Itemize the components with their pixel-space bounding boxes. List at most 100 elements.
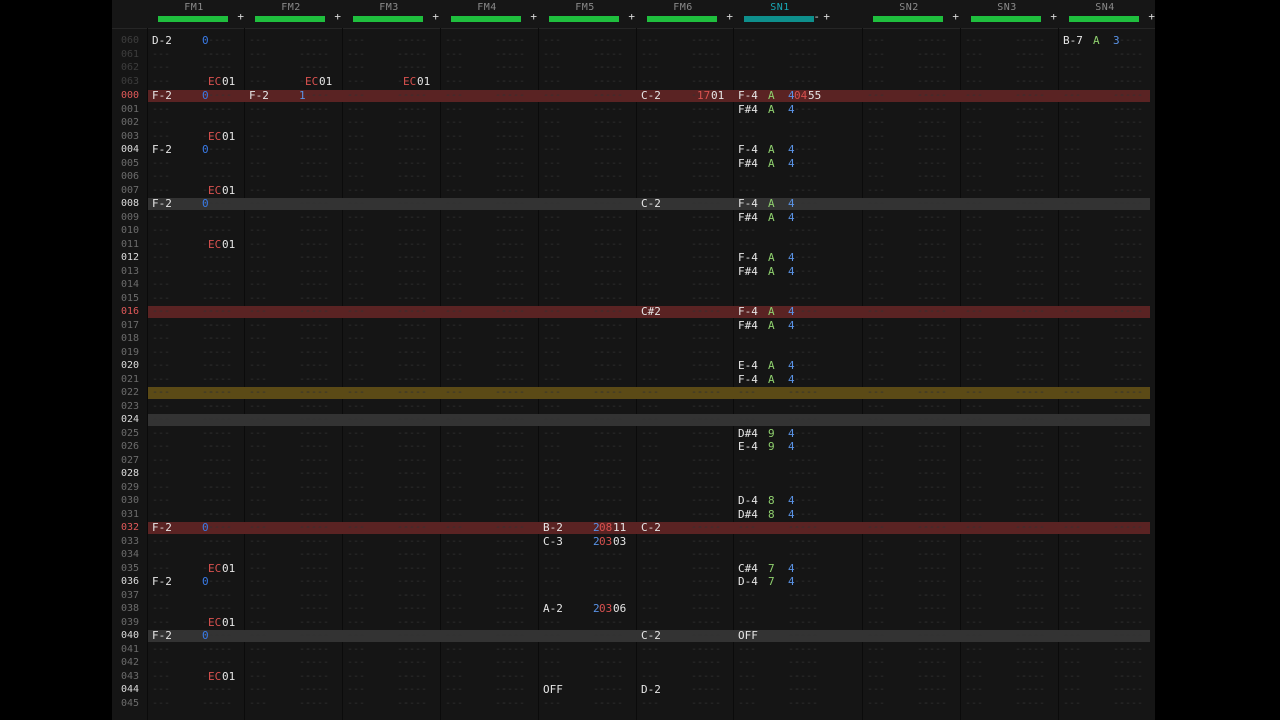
empty-note[interactable]: --- (445, 440, 463, 453)
empty-effect[interactable]: ---- (208, 400, 232, 413)
empty-note[interactable]: --- (965, 305, 983, 318)
empty-note[interactable]: --- (445, 184, 463, 197)
empty-note[interactable]: --- (249, 103, 267, 116)
empty-effect[interactable]: ---- (208, 535, 232, 548)
empty-note[interactable]: --- (641, 251, 659, 264)
channel-header-sn4[interactable]: SN4 + (1069, 0, 1155, 28)
note-cell[interactable]: C-3 (543, 535, 563, 548)
empty-effect[interactable]: ---- (501, 656, 525, 669)
empty-note[interactable]: --- (641, 400, 659, 413)
row-number[interactable]: 026 (112, 440, 148, 453)
empty-note[interactable]: --- (152, 305, 170, 318)
effect-value-cell[interactable]: 01 (222, 184, 235, 197)
empty-note[interactable]: --- (965, 521, 983, 534)
empty-effect[interactable]: ---- (403, 103, 427, 116)
add-effect-column-button[interactable]: + (628, 10, 635, 23)
effect-value-cell[interactable]: 01 (222, 238, 235, 251)
empty-note[interactable]: --- (1063, 454, 1081, 467)
row-number[interactable]: 040 (112, 629, 148, 642)
empty-effect[interactable]: ---- (1021, 386, 1045, 399)
empty-note[interactable]: --- (347, 292, 365, 305)
empty-note[interactable]: --- (249, 48, 267, 61)
empty-note[interactable]: --- (867, 61, 885, 74)
empty-effect[interactable]: ---- (794, 373, 818, 386)
empty-effect[interactable]: ---- (208, 481, 232, 494)
row-number[interactable]: 042 (112, 656, 148, 669)
empty-note[interactable]: --- (543, 467, 561, 480)
effect-cell[interactable]: EC (208, 75, 221, 88)
empty-note[interactable]: --- (965, 184, 983, 197)
empty-note[interactable]: --- (249, 130, 267, 143)
empty-note[interactable]: --- (738, 238, 756, 251)
empty-note[interactable]: --- (543, 629, 561, 642)
empty-note[interactable]: --- (1063, 508, 1081, 521)
empty-note[interactable]: --- (347, 643, 365, 656)
empty-note[interactable]: --- (1063, 656, 1081, 669)
row-number[interactable]: 039 (112, 616, 148, 629)
empty-effect[interactable]: ---- (599, 278, 623, 291)
empty-effect[interactable]: ---- (501, 170, 525, 183)
empty-effect[interactable]: ---- (794, 521, 818, 534)
empty-effect[interactable]: ---- (305, 170, 329, 183)
empty-note[interactable]: --- (738, 602, 756, 615)
empty-effect[interactable]: ---- (794, 386, 818, 399)
empty-effect[interactable]: ---- (208, 548, 232, 561)
empty-note[interactable]: --- (543, 373, 561, 386)
empty-note[interactable]: --- (867, 157, 885, 170)
empty-note[interactable]: --- (1063, 535, 1081, 548)
empty-note[interactable]: --- (641, 319, 659, 332)
empty-effect[interactable]: ---- (1021, 197, 1045, 210)
empty-note[interactable]: --- (738, 224, 756, 237)
empty-effect[interactable]: ---- (697, 319, 721, 332)
empty-effect[interactable]: ---- (599, 508, 623, 521)
effect-value-cell[interactable]: 01 (222, 670, 235, 683)
empty-effect[interactable]: ---- (208, 521, 232, 534)
empty-note[interactable]: --- (249, 656, 267, 669)
empty-note[interactable]: --- (445, 454, 463, 467)
empty-effect[interactable]: ---- (1119, 292, 1143, 305)
empty-note[interactable]: --- (445, 157, 463, 170)
empty-note[interactable]: --- (867, 346, 885, 359)
empty-effect[interactable]: ---- (599, 467, 623, 480)
empty-effect[interactable]: ---- (923, 413, 947, 426)
empty-effect[interactable]: ---- (305, 616, 329, 629)
remove-effect-column-button[interactable]: - (813, 10, 820, 23)
empty-note[interactable]: --- (867, 251, 885, 264)
row-number[interactable]: 014 (112, 278, 148, 291)
add-effect-column-button[interactable]: + (530, 10, 537, 23)
empty-effect[interactable]: ---- (403, 359, 427, 372)
channel-header-sn1[interactable]: SN1 + - (744, 0, 832, 28)
empty-note[interactable]: --- (445, 575, 463, 588)
empty-note[interactable]: --- (249, 494, 267, 507)
empty-note[interactable]: --- (445, 413, 463, 426)
empty-effect[interactable]: ---- (1021, 130, 1045, 143)
empty-note[interactable]: --- (867, 602, 885, 615)
empty-effect[interactable]: ---- (305, 481, 329, 494)
empty-note[interactable]: --- (641, 332, 659, 345)
empty-note[interactable]: --- (543, 562, 561, 575)
channel-volume-bar[interactable] (353, 16, 423, 22)
empty-note[interactable]: --- (152, 616, 170, 629)
empty-note[interactable]: --- (152, 332, 170, 345)
empty-effect[interactable]: ---- (1119, 562, 1143, 575)
empty-effect[interactable]: ---- (305, 211, 329, 224)
empty-note[interactable]: --- (249, 629, 267, 642)
empty-note[interactable]: --- (249, 170, 267, 183)
empty-effect[interactable]: ---- (1119, 467, 1143, 480)
empty-note[interactable]: --- (738, 75, 756, 88)
empty-note[interactable]: --- (867, 224, 885, 237)
empty-note[interactable]: --- (445, 683, 463, 696)
empty-note[interactable]: --- (867, 440, 885, 453)
empty-effect[interactable]: ---- (923, 670, 947, 683)
empty-effect[interactable]: ---- (208, 211, 232, 224)
empty-note[interactable]: --- (445, 359, 463, 372)
empty-note[interactable]: --- (347, 481, 365, 494)
note-cell[interactable]: F-4 (738, 89, 758, 102)
empty-note[interactable]: --- (641, 508, 659, 521)
empty-note[interactable]: --- (1063, 562, 1081, 575)
empty-effect[interactable]: ---- (403, 238, 427, 251)
empty-effect[interactable]: ---- (403, 332, 427, 345)
empty-note[interactable]: --- (249, 467, 267, 480)
row-number[interactable]: 009 (112, 211, 148, 224)
empty-effect[interactable]: ---- (1119, 602, 1143, 615)
